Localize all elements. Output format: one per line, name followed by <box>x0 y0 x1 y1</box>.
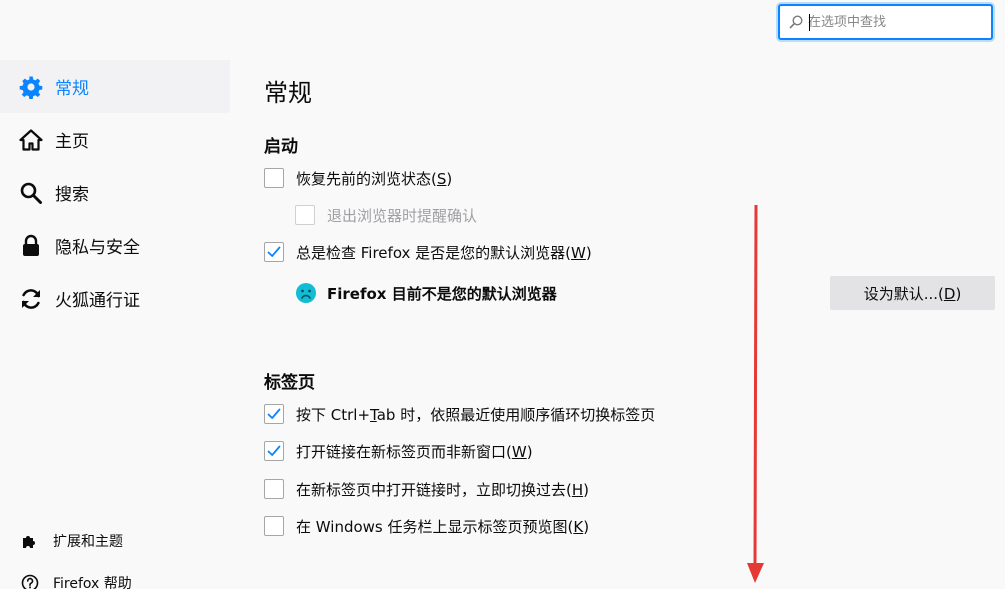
sidebar-item-general[interactable]: 常规 <box>0 60 230 113</box>
open-in-tab-option[interactable]: 打开链接在新标签页而非新窗口(W) <box>264 438 533 464</box>
taskbar-preview-label: 在 Windows 任务栏上显示标签页预览图(K) <box>296 517 590 536</box>
search-icon <box>789 15 803 29</box>
default-browser-status: Firefox 目前不是您的默认浏览器 <box>295 280 557 306</box>
firefox-help-label: Firefox 帮助 <box>53 576 132 589</box>
extensions-themes-link[interactable]: 扩展和主题 <box>0 520 230 562</box>
search-icon <box>18 180 44 206</box>
sidebar-item-label: 火狐通行证 <box>55 291 140 311</box>
search-field[interactable] <box>778 4 993 40</box>
startup-section-title: 启动 <box>264 137 298 157</box>
restore-session-checkbox[interactable] <box>264 168 284 188</box>
help-icon <box>20 573 40 589</box>
warn-on-quit-label: 退出浏览器时提醒确认 <box>327 206 478 225</box>
puzzle-icon <box>20 531 40 551</box>
taskbar-preview-option[interactable]: 在 Windows 任务栏上显示标签页预览图(K) <box>264 513 589 539</box>
ctrl-tab-label: 按下 Ctrl+Tab 时，依照最近使用顺序循环切换标签页 <box>296 405 656 424</box>
sad-face-icon <box>296 283 316 303</box>
checkmark-icon <box>267 246 281 257</box>
sidebar: 常规 主页 搜索 隐私与安全 火狐通行证 <box>0 60 230 325</box>
search-input[interactable] <box>808 10 983 34</box>
sidebar-footer: 扩展和主题 Firefox 帮助 <box>0 520 230 589</box>
check-default-checkbox[interactable] <box>264 242 284 262</box>
restore-session-label: 恢复先前的浏览状态(S) <box>296 169 453 188</box>
checkmark-icon <box>267 408 281 419</box>
tabs-section-title: 标签页 <box>264 373 315 393</box>
restore-session-option[interactable]: 恢复先前的浏览状态(S) <box>264 165 452 191</box>
checkmark-icon <box>267 445 281 456</box>
check-default-label: 总是检查 Firefox 是否是您的默认浏览器(W) <box>296 243 592 262</box>
gear-icon <box>18 74 44 100</box>
sidebar-item-sync[interactable]: 火狐通行证 <box>0 272 230 325</box>
page-title: 常规 <box>264 79 312 107</box>
set-default-button[interactable]: 设为默认...(D) <box>830 276 995 310</box>
firefox-help-link[interactable]: Firefox 帮助 <box>0 562 230 589</box>
text-caret <box>809 14 810 31</box>
sidebar-item-privacy[interactable]: 隐私与安全 <box>0 219 230 272</box>
sidebar-item-label: 搜索 <box>55 185 89 205</box>
sidebar-item-label: 主页 <box>55 132 89 152</box>
sidebar-item-label: 隐私与安全 <box>55 238 140 258</box>
default-browser-status-text: Firefox 目前不是您的默认浏览器 <box>327 284 557 303</box>
switch-to-tab-checkbox[interactable] <box>264 479 284 499</box>
switch-to-tab-option[interactable]: 在新标签页中打开链接时，立即切换过去(H) <box>264 476 589 502</box>
taskbar-preview-checkbox[interactable] <box>264 516 284 536</box>
warn-on-quit-option: 退出浏览器时提醒确认 <box>295 202 477 228</box>
sidebar-item-search[interactable]: 搜索 <box>0 166 230 219</box>
sync-icon <box>18 286 44 312</box>
ctrl-tab-checkbox[interactable] <box>264 404 284 424</box>
sidebar-item-label: 常规 <box>55 79 89 99</box>
sidebar-item-home[interactable]: 主页 <box>0 113 230 166</box>
preferences-page: 常规 主页 搜索 <box>0 0 1005 589</box>
check-default-option[interactable]: 总是检查 Firefox 是否是您的默认浏览器(W) <box>264 239 592 265</box>
ctrl-tab-option[interactable]: 按下 Ctrl+Tab 时，依照最近使用顺序循环切换标签页 <box>264 401 655 427</box>
lock-icon <box>18 233 44 259</box>
switch-to-tab-label: 在新标签页中打开链接时，立即切换过去(H) <box>296 480 589 499</box>
warn-on-quit-checkbox <box>295 205 315 225</box>
home-icon <box>18 127 44 153</box>
open-in-tab-label: 打开链接在新标签页而非新窗口(W) <box>296 442 533 461</box>
scroll-down-arrow-annotation <box>747 205 764 583</box>
extensions-themes-label: 扩展和主题 <box>53 534 123 550</box>
open-in-tab-checkbox[interactable] <box>264 441 284 461</box>
